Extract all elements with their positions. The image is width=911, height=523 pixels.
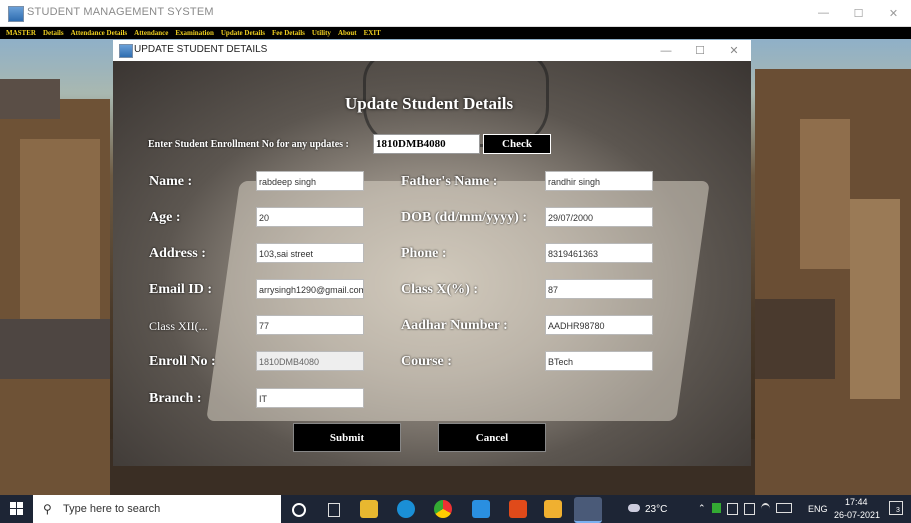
dialog-title: UPDATE STUDENT DETAILS [134,44,268,55]
menu-attendance[interactable]: Attendance [134,29,168,37]
menu-fee-details[interactable]: Fee Details [272,29,305,37]
phone-field[interactable]: 8319461363 [545,243,653,263]
app-cube-icon[interactable] [544,500,562,518]
father-name-field[interactable]: randhir singh [545,171,653,191]
submit-button[interactable]: Submit [293,423,401,452]
dob-label: DOB (dd/mm/yyyy) : [401,210,527,225]
maximize-button[interactable]: ☐ [841,0,876,26]
dialog-minimize-button[interactable]: — [649,40,683,61]
file-explorer-icon[interactable] [360,500,378,518]
phone-label: Phone : [401,246,447,261]
class-xii-field[interactable]: 77 [256,315,364,335]
class-xii-label: Class XII(... [149,319,208,333]
age-field[interactable]: 20 [256,207,364,227]
chevron-up-icon[interactable]: ⌃ [698,503,706,514]
name-label: Name : [149,174,193,189]
menu-bar: MASTER Details Attendance Details Attend… [0,27,911,39]
start-button[interactable] [0,495,33,523]
aadhar-field[interactable]: AADHR98780 [545,315,653,335]
dialog-maximize-button[interactable]: ☐ [683,40,717,61]
java-app-icon [8,6,24,22]
language-indicator[interactable]: ENG [808,504,828,514]
task-view-icon[interactable] [328,503,340,517]
branch-label: Branch : [149,391,202,406]
enroll-prompt-label: Enter Student Enrollment No for any upda… [148,139,349,150]
weather-temp[interactable]: 23°C [645,504,667,515]
battery-icon[interactable] [744,503,755,515]
dialog-body: Update Student Details Enter Student Enr… [113,61,751,466]
menu-attendance-details[interactable]: Attendance Details [71,29,128,37]
menu-utility[interactable]: Utility [312,29,331,37]
main-titlebar: STUDENT MANAGEMENT SYSTEM — ☐ ✕ [0,0,911,27]
taskbar: ⚲ Type here to search 23°C ⌃ ENG 17:44 2… [0,495,911,523]
course-label: Course : [401,354,452,369]
class-x-label: Class X(%) : [401,282,478,297]
father-name-label: Father's Name : [401,174,498,189]
windows-icon [9,502,23,515]
system-tray-icons[interactable] [712,503,798,515]
age-label: Age : [149,210,181,225]
taskbar-search-box[interactable]: ⚲ Type here to search [33,495,281,523]
page-title: Update Student Details [345,94,514,113]
vscode-icon[interactable] [472,500,490,518]
clock-date[interactable]: 26-07-2021 [834,510,880,520]
notification-count: 3 [896,507,900,514]
main-window-title: STUDENT MANAGEMENT SYSTEM [27,6,214,18]
menu-master[interactable]: MASTER [6,29,36,37]
weather-icon[interactable] [628,504,640,512]
update-student-dialog: UPDATE STUDENT DETAILS — ☐ ✕ Update Stud… [113,40,751,466]
search-icon: ⚲ [43,502,52,516]
cancel-button[interactable]: Cancel [438,423,546,452]
dialog-close-button[interactable]: ✕ [717,40,751,61]
course-field[interactable]: BTech [545,351,653,371]
menu-details[interactable]: Details [43,29,64,37]
class-x-field[interactable]: 87 [545,279,653,299]
dob-field[interactable]: 29/07/2000 [545,207,653,227]
office-icon[interactable] [509,500,527,518]
wifi-icon[interactable] [761,503,770,515]
keyboard-icon[interactable] [776,503,792,513]
chrome-icon[interactable] [434,500,452,518]
notification-icon[interactable]: 3 [889,501,903,515]
email-field[interactable]: arrysingh1290@gmail.com [256,279,364,299]
edge-icon[interactable] [397,500,415,518]
address-field[interactable]: 103,sai street [256,243,364,263]
java-app-icon [119,44,133,58]
search-placeholder: Type here to search [63,503,161,515]
java-taskbar-icon[interactable] [574,497,602,523]
name-field[interactable]: rabdeep singh [256,171,364,191]
menu-examination[interactable]: Examination [175,29,214,37]
aadhar-label: Aadhar Number : [401,318,508,333]
dialog-titlebar: UPDATE STUDENT DETAILS — ☐ ✕ [113,40,751,61]
close-button[interactable]: ✕ [876,0,911,26]
app-tray-icon[interactable] [712,503,721,513]
address-label: Address : [149,246,206,261]
email-label: Email ID : [149,282,212,297]
menu-exit[interactable]: EXIT [364,29,381,37]
enroll-no-label: Enroll No : [149,354,216,369]
check-button[interactable]: Check [483,134,551,154]
menu-update-details[interactable]: Update Details [221,29,265,37]
volume-icon[interactable] [727,503,738,515]
clock-time[interactable]: 17:44 [845,497,868,507]
minimize-button[interactable]: — [806,0,841,26]
menu-about[interactable]: About [338,29,357,37]
branch-field[interactable]: IT [256,388,364,408]
enroll-no-field: 1810DMB4080 [256,351,364,371]
enrollment-search-input[interactable]: 1810DMB4080 [373,134,480,154]
cortana-icon[interactable] [292,503,306,517]
